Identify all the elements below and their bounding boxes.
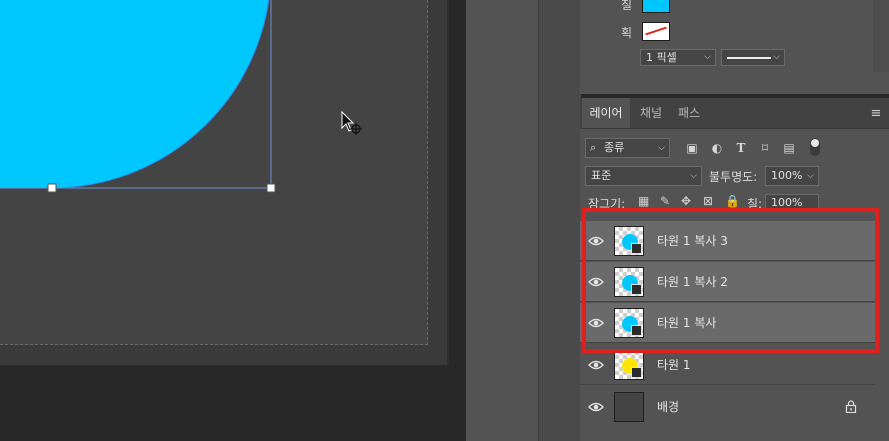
chevron-down-icon: ⌵ [658, 143, 665, 153]
fill-label: 칠 [621, 0, 633, 12]
eye-icon[interactable] [588, 357, 604, 373]
panel-dock-icons [538, 0, 581, 441]
stroke-label: 획 [621, 26, 633, 40]
lock-move-icon[interactable]: ✥ [681, 194, 691, 208]
workspace-background [449, 0, 466, 441]
ellipse-shape-layer[interactable] [0, 0, 449, 365]
filter-toggle[interactable] [810, 138, 820, 156]
eye-icon[interactable] [588, 233, 604, 249]
layer-filter-dropdown[interactable]: ⌕ 종류 ⌵ [585, 138, 670, 158]
type-filter-icon[interactable]: T [733, 140, 749, 156]
layer-thumbnail [614, 350, 644, 380]
shape-filter-icon[interactable]: ⌑ [757, 140, 773, 156]
lock-brush-icon[interactable]: ✎ [660, 194, 670, 208]
layer-row[interactable]: 타원 1 복사 3 [580, 221, 875, 261]
solid-line-icon [727, 57, 771, 59]
chevron-down-icon: ⌵ [807, 171, 814, 181]
opacity-field[interactable]: 100% ⌵ [765, 166, 819, 186]
transform-handle[interactable] [47, 183, 57, 193]
layer-thumbnail [614, 392, 644, 422]
lock-artboard-icon[interactable]: ⊠ [703, 194, 713, 208]
tab-paths[interactable]: 패스 [670, 98, 708, 128]
eye-icon[interactable] [588, 399, 604, 415]
stroke-width-dropdown[interactable]: 1 픽셀 ⌵ [640, 49, 716, 66]
opacity-label: 불투명도: [709, 170, 758, 184]
adjustment-filter-icon[interactable]: ◐ [709, 140, 725, 156]
shape-layer-icon [631, 243, 642, 254]
layer-row[interactable]: 타원 1 복사 [580, 303, 875, 343]
layer-thumbnail [614, 267, 644, 297]
shape-layer-icon [631, 367, 642, 378]
blend-mode-dropdown[interactable]: 표준 ⌵ [585, 166, 702, 186]
blend-mode-value: 표준 [591, 169, 612, 182]
panel-dock [466, 0, 540, 441]
image-filter-icon[interactable]: ▣ [684, 140, 700, 156]
properties-panel: 칠 획 [580, 0, 889, 94]
stroke-type-dropdown[interactable]: ⌵ [721, 49, 785, 66]
lock-row: 잠그기: ▦ ✎ ✥ ⊠ 🔒 칠: 100% [580, 193, 889, 215]
fill-value: 100% [771, 196, 803, 209]
panel-tab-bar: 레이어 채널 패스 [580, 98, 889, 129]
eye-icon[interactable] [588, 274, 604, 290]
layer-name[interactable]: 타원 1 [657, 345, 691, 385]
smart-object-filter-icon[interactable]: ▤ [781, 140, 797, 156]
lock-label: 잠그기: [588, 197, 626, 211]
tab-channels[interactable]: 채널 [632, 98, 670, 128]
stroke-color-swatch[interactable] [642, 22, 670, 41]
layer-name[interactable]: 배경 [657, 387, 679, 427]
layer-thumbnail [614, 226, 644, 256]
properties-scrollbar[interactable] [873, 0, 889, 72]
layer-row[interactable]: 타원 1 [580, 345, 875, 385]
search-icon: ⌕ [590, 141, 597, 154]
lock-all-icon[interactable]: 🔒 [725, 194, 740, 208]
fill-color-swatch[interactable] [642, 0, 670, 13]
chevron-down-icon: ⌵ [690, 171, 697, 181]
lock-icon [845, 400, 857, 413]
layer-name[interactable]: 타원 1 복사 [657, 303, 716, 343]
layer-name[interactable]: 타원 1 복사 3 [657, 221, 728, 261]
canvas-area[interactable] [0, 0, 449, 365]
eye-icon[interactable] [588, 315, 604, 331]
filter-kind-value: 종류 [604, 141, 625, 154]
cyan-ellipse[interactable] [0, 0, 271, 189]
workspace-background [0, 365, 466, 441]
fill-field[interactable]: 100% [765, 194, 819, 211]
chevron-down-icon: ⌵ [773, 52, 780, 62]
lock-transparent-icon[interactable]: ▦ [638, 194, 649, 208]
stroke-width-value: 1 픽셀 [646, 51, 677, 64]
shape-layer-icon [631, 325, 642, 336]
panel-menu-icon[interactable]: ≡ [868, 106, 884, 122]
layer-thumbnail [614, 308, 644, 338]
tab-layers[interactable]: 레이어 [582, 98, 630, 128]
shape-layer-icon [631, 284, 642, 295]
layer-name[interactable]: 타원 1 복사 2 [657, 262, 728, 302]
transform-handle[interactable] [266, 183, 276, 193]
move-cursor-icon [341, 110, 362, 135]
opacity-value: 100% [771, 169, 803, 182]
chevron-down-icon: ⌵ [704, 52, 711, 62]
layer-row[interactable]: 타원 1 복사 2 [580, 262, 875, 302]
layer-row[interactable]: 배경 [580, 387, 875, 427]
fill-label: 칠: [747, 197, 763, 211]
